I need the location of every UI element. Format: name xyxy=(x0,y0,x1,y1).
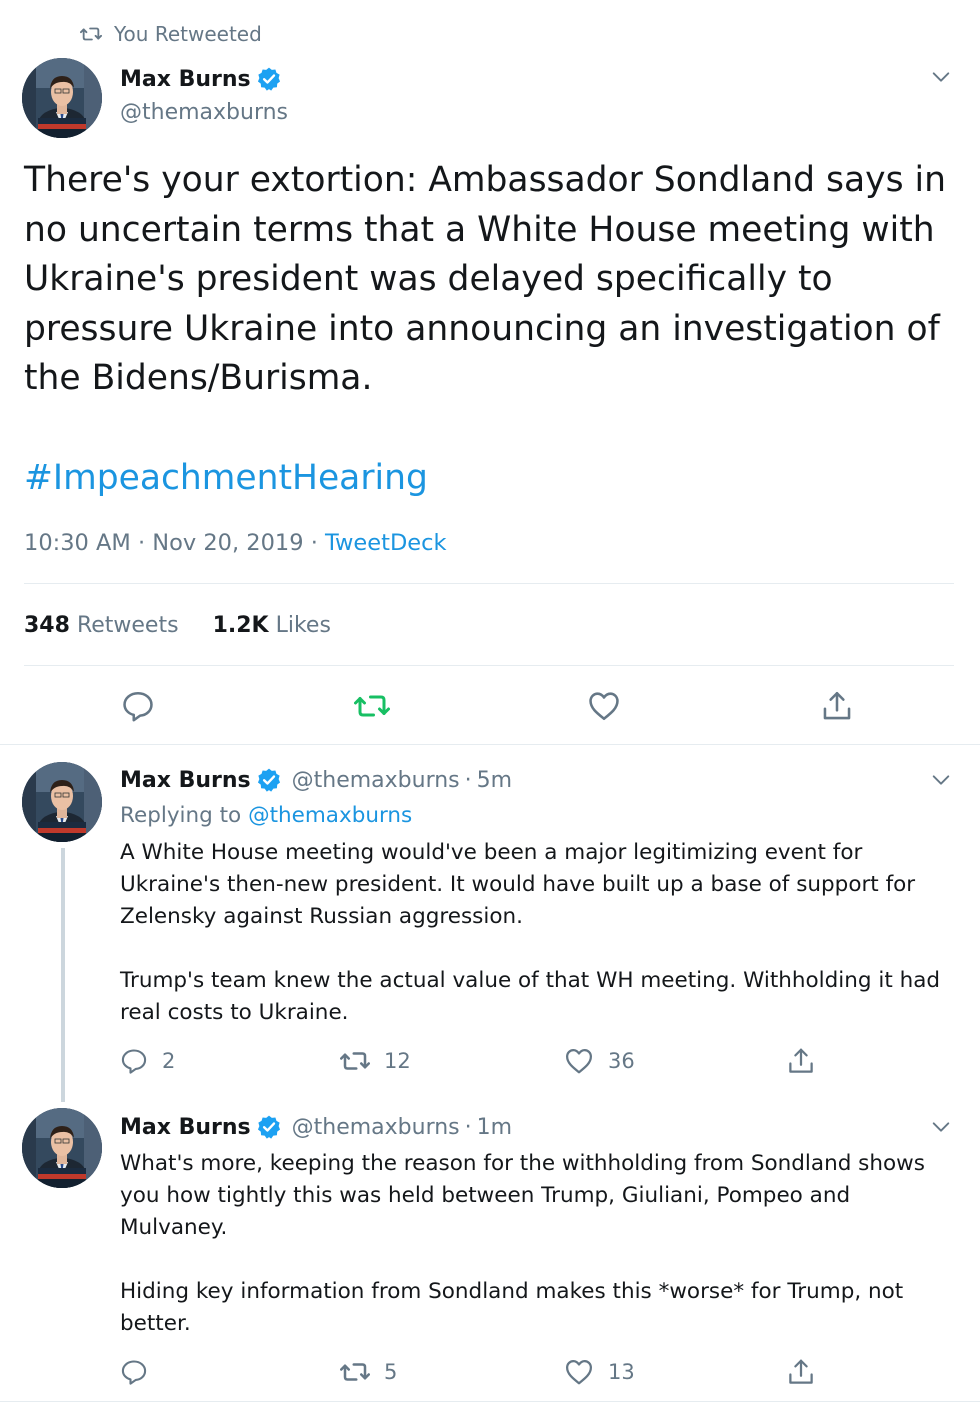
reply-header: Max Burns @themaxburns · 1m xyxy=(120,1110,512,1144)
retweets-stat[interactable]: 348 Retweets xyxy=(24,608,179,644)
tweet-paragraph: A White House meeting would've been a ma… xyxy=(120,840,916,929)
reply-button[interactable]: 2 xyxy=(120,1044,175,1078)
share-button[interactable] xyxy=(820,689,854,723)
retweet-button[interactable]: 12 xyxy=(340,1044,411,1078)
retweet-icon xyxy=(340,1357,370,1387)
reply-button[interactable] xyxy=(120,1355,148,1389)
retweet-icon xyxy=(80,23,102,45)
likes-label: Likes xyxy=(275,613,331,638)
meta-separator: · xyxy=(137,530,146,556)
heart-icon xyxy=(564,1357,594,1387)
meta-separator: · xyxy=(464,1114,472,1140)
reply-icon xyxy=(121,689,155,723)
heart-icon xyxy=(587,689,621,723)
chevron-down-icon[interactable] xyxy=(930,66,952,88)
engagement-counts: 348 Retweets 1.2K Likes xyxy=(24,608,331,644)
retweet-context: You Retweeted xyxy=(80,20,262,48)
reply-icon xyxy=(120,1358,148,1386)
reply-button[interactable] xyxy=(121,689,155,723)
verified-badge-icon xyxy=(256,1114,282,1140)
share-button[interactable] xyxy=(786,1355,816,1389)
author-name[interactable]: Max Burns xyxy=(120,67,251,92)
hashtag-link[interactable]: #ImpeachmentHearing xyxy=(24,454,428,502)
like-button[interactable]: 36 xyxy=(564,1044,635,1078)
retweets-count: 348 xyxy=(24,613,70,638)
author-block: Max Burns @themaxburns xyxy=(120,62,288,130)
tweet-text: There's your extortion: Ambassador Sondl… xyxy=(24,160,946,398)
heart-icon xyxy=(564,1046,594,1076)
meta-separator: · xyxy=(464,767,472,793)
author-name[interactable]: Max Burns xyxy=(120,768,251,793)
chevron-down-icon[interactable] xyxy=(930,769,952,791)
share-button[interactable] xyxy=(786,1044,816,1078)
divider xyxy=(0,744,980,745)
retweet-count: 5 xyxy=(384,1360,398,1384)
verified-badge-icon xyxy=(256,767,282,793)
retweet-button[interactable]: 5 xyxy=(340,1355,397,1389)
avatar[interactable] xyxy=(22,1108,102,1188)
likes-stat[interactable]: 1.2K Likes xyxy=(213,608,331,644)
author-handle[interactable]: @themaxburns xyxy=(292,768,460,793)
avatar[interactable] xyxy=(22,58,102,138)
tweet-source-link[interactable]: TweetDeck xyxy=(325,530,447,556)
author-handle[interactable]: @themaxburns xyxy=(292,1115,460,1140)
divider xyxy=(0,1401,980,1402)
chevron-down-icon[interactable] xyxy=(930,1116,952,1138)
like-count: 13 xyxy=(608,1360,635,1384)
tweet-time[interactable]: 5m xyxy=(477,768,512,793)
verified-badge-icon xyxy=(256,66,282,92)
replying-to: Replying to @themaxburns xyxy=(120,800,412,832)
share-icon xyxy=(786,1357,816,1387)
meta-separator: · xyxy=(310,530,318,556)
divider xyxy=(24,665,954,666)
retweet-count: 12 xyxy=(384,1049,411,1073)
retweet-icon xyxy=(340,1046,370,1076)
retweets-label: Retweets xyxy=(76,613,179,638)
reply-header: Max Burns @themaxburns · 5m xyxy=(120,763,512,797)
reply-icon xyxy=(120,1047,148,1075)
reply-count: 2 xyxy=(162,1049,176,1073)
retweet-icon xyxy=(354,688,390,724)
share-icon xyxy=(820,689,854,723)
tweet-paragraph: Hiding key information from Sondland mak… xyxy=(120,1279,904,1336)
divider xyxy=(24,583,954,584)
like-button[interactable]: 13 xyxy=(564,1355,635,1389)
author-handle[interactable]: @themaxburns xyxy=(120,96,288,130)
tweet-date[interactable]: Nov 20, 2019 xyxy=(152,530,303,556)
tweet-text: A White House meeting would've been a ma… xyxy=(120,837,960,1029)
likes-count: 1.2K xyxy=(212,613,269,638)
tweet-time[interactable]: 1m xyxy=(477,1115,512,1140)
like-button[interactable] xyxy=(587,689,621,723)
tweet-text: What's more, keeping the reason for the … xyxy=(120,1148,960,1340)
replying-to-label: Replying to xyxy=(120,803,242,828)
replying-to-handle[interactable]: @themaxburns xyxy=(248,803,412,828)
tweet-meta: 10:30 AM · Nov 20, 2019 · TweetDeck xyxy=(24,526,447,560)
tweet-paragraph: What's more, keeping the reason for the … xyxy=(120,1151,925,1240)
tweet-time[interactable]: 10:30 AM xyxy=(24,530,131,556)
like-count: 36 xyxy=(608,1049,635,1073)
avatar[interactable] xyxy=(22,762,102,842)
author-name[interactable]: Max Burns xyxy=(120,1115,251,1140)
thread-connector xyxy=(61,848,65,1102)
retweet-context-label: You Retweeted xyxy=(114,22,262,46)
tweet-paragraph: Trump's team knew the actual value of th… xyxy=(120,968,941,1025)
retweet-button[interactable] xyxy=(354,689,390,723)
share-icon xyxy=(786,1046,816,1076)
